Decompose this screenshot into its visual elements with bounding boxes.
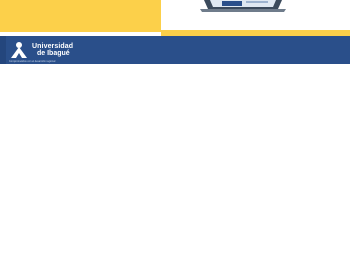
logo-name-line2: de Ibagué (37, 50, 70, 57)
logo-tagline: Comprometidos con el desarrollo regional (9, 60, 56, 63)
logo-text: Universidad de Ibagué (32, 43, 73, 57)
slide-page: Universidad de Ibagué Comprometidos con … (0, 0, 350, 257)
laptop-icon (200, 0, 286, 12)
header-bar: Universidad de Ibagué Comprometidos con … (0, 36, 350, 64)
university-logo-icon (11, 42, 27, 58)
header-bar-edge (0, 36, 6, 64)
top-banner (0, 0, 350, 32)
yellow-accent-block (0, 0, 161, 32)
logo-name-line1: Universidad (32, 43, 74, 50)
university-logo[interactable]: Universidad de Ibagué (9, 40, 73, 60)
